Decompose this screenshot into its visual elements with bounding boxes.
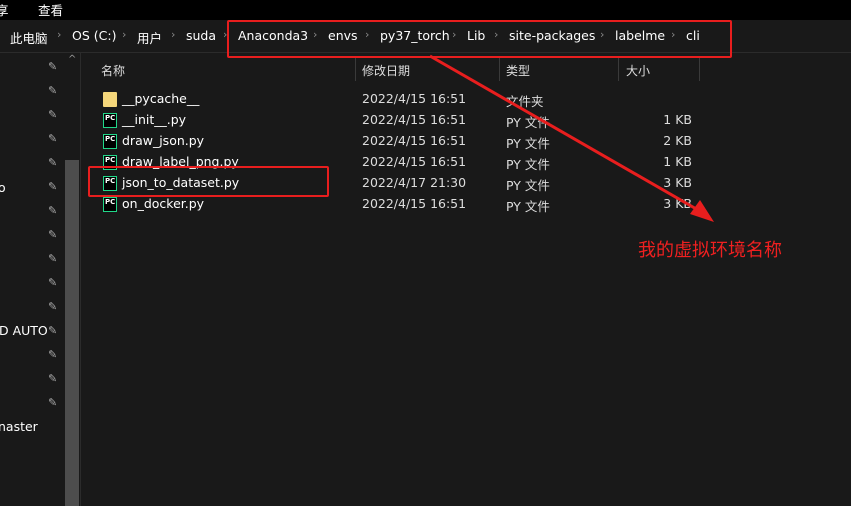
- annotation-text: 我的虚拟环境名称: [638, 240, 782, 261]
